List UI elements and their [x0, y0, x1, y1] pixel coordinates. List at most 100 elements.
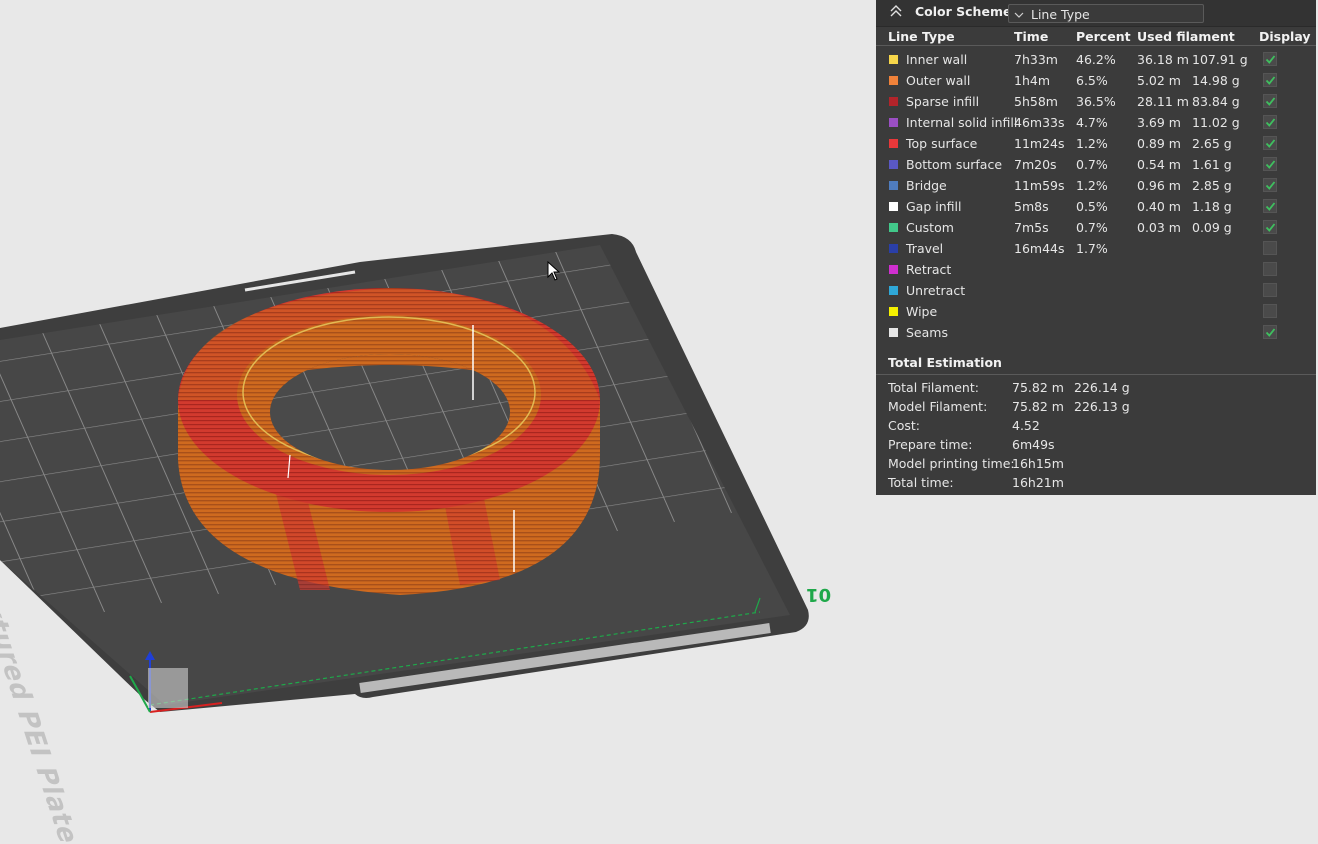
total-v2: 226.14 g — [1074, 380, 1130, 395]
color-swatch — [889, 118, 898, 127]
line-type-percent: 0.5% — [1076, 199, 1108, 214]
line-type-name: Top surface — [906, 136, 978, 151]
line-type-percent: 1.2% — [1076, 136, 1108, 151]
display-checkbox[interactable] — [1263, 136, 1277, 150]
display-checkbox[interactable] — [1263, 199, 1277, 213]
total-v1: 16h21m — [1012, 475, 1064, 490]
total-label: Prepare time: — [888, 437, 973, 452]
total-label: Model Filament: — [888, 399, 988, 414]
header-percent: Percent — [1076, 29, 1131, 44]
line-type-time: 11m59s — [1014, 178, 1065, 193]
display-checkbox[interactable] — [1263, 52, 1277, 66]
collapse-chevron-up-icon[interactable] — [888, 4, 904, 20]
display-checkbox[interactable] — [1263, 220, 1277, 234]
line-type-weight: 14.98 g — [1192, 73, 1240, 88]
total-row: Total time: 16h21m — [876, 473, 1316, 492]
line-type-percent: 0.7% — [1076, 157, 1108, 172]
line-type-percent: 1.7% — [1076, 241, 1108, 256]
checkmark-icon — [1265, 328, 1276, 337]
legend-panel: Color Scheme Line Type Line Type Time Pe… — [876, 0, 1316, 495]
display-checkbox[interactable] — [1263, 115, 1277, 129]
line-type-row: Wipe — [876, 301, 1316, 322]
line-type-name: Travel — [906, 241, 944, 256]
line-type-percent: 0.7% — [1076, 220, 1108, 235]
header-divider — [876, 45, 1316, 46]
line-type-percent: 1.2% — [1076, 178, 1108, 193]
line-type-row: Bridge 11m59s 1.2% 0.96 m 2.85 g — [876, 175, 1316, 196]
panel-header: Color Scheme Line Type — [876, 0, 1316, 27]
checkmark-icon — [1265, 76, 1276, 85]
line-type-weight: 0.09 g — [1192, 220, 1232, 235]
display-checkbox[interactable] — [1263, 94, 1277, 108]
display-checkbox[interactable] — [1263, 157, 1277, 171]
line-type-name: Internal solid infill — [906, 115, 1018, 130]
line-type-name: Wipe — [906, 304, 938, 319]
color-swatch — [889, 307, 898, 316]
total-label: Model printing time: — [888, 456, 1015, 471]
color-swatch — [889, 328, 898, 337]
plate-number: 01 — [806, 584, 832, 605]
line-type-length: 5.02 m — [1137, 73, 1181, 88]
line-type-name: Sparse infill — [906, 94, 980, 109]
color-scheme-label: Color Scheme — [915, 4, 1012, 19]
display-checkbox[interactable] — [1263, 73, 1277, 87]
color-scheme-value: Line Type — [1031, 7, 1090, 22]
chevron-down-icon — [1014, 5, 1024, 31]
header-display: Display — [1259, 29, 1311, 44]
total-label: Cost: — [888, 418, 921, 433]
line-type-row: Sparse infill 5h58m 36.5% 28.11 m 83.84 g — [876, 91, 1316, 112]
display-checkbox[interactable] — [1263, 262, 1277, 276]
line-type-name: Unretract — [906, 283, 966, 298]
checkmark-icon — [1265, 202, 1276, 211]
line-type-row: Bottom surface 7m20s 0.7% 0.54 m 1.61 g — [876, 154, 1316, 175]
line-type-length: 0.96 m — [1137, 178, 1181, 193]
header-time: Time — [1014, 29, 1049, 44]
total-v1: 4.52 — [1012, 418, 1040, 433]
color-swatch — [889, 202, 898, 211]
line-type-time: 5m8s — [1014, 199, 1049, 214]
line-type-weight: 2.85 g — [1192, 178, 1232, 193]
checkmark-icon — [1265, 181, 1276, 190]
color-swatch — [889, 55, 898, 64]
line-type-percent: 46.2% — [1076, 52, 1116, 67]
color-scheme-dropdown[interactable]: Line Type — [1008, 4, 1204, 23]
line-type-weight: 1.61 g — [1192, 157, 1232, 172]
line-type-length: 3.69 m — [1137, 115, 1181, 130]
mouse-cursor-icon — [547, 261, 561, 281]
color-swatch — [889, 160, 898, 169]
color-swatch — [889, 97, 898, 106]
line-type-name: Outer wall — [906, 73, 971, 88]
line-type-row: Top surface 11m24s 1.2% 0.89 m 2.65 g — [876, 133, 1316, 154]
line-type-length: 28.11 m — [1137, 94, 1189, 109]
header-used-filament: Used filament — [1137, 29, 1235, 44]
checkmark-icon — [1265, 118, 1276, 127]
line-type-name: Bridge — [906, 178, 947, 193]
line-type-length: 0.40 m — [1137, 199, 1181, 214]
line-type-time: 7m5s — [1014, 220, 1049, 235]
color-swatch — [889, 76, 898, 85]
total-row: Prepare time: 6m49s — [876, 435, 1316, 454]
line-type-time: 5h58m — [1014, 94, 1058, 109]
checkmark-icon — [1265, 97, 1276, 106]
total-label: Total Filament: — [888, 380, 979, 395]
line-type-percent: 36.5% — [1076, 94, 1116, 109]
display-checkbox[interactable] — [1263, 283, 1277, 297]
line-type-row: Unretract — [876, 280, 1316, 301]
total-label: Total time: — [888, 475, 954, 490]
line-type-row: Custom 7m5s 0.7% 0.03 m 0.09 g — [876, 217, 1316, 238]
total-v1: 16h15m — [1012, 456, 1064, 471]
display-checkbox[interactable] — [1263, 304, 1277, 318]
line-type-row: Travel 16m44s 1.7% — [876, 238, 1316, 259]
color-swatch — [889, 223, 898, 232]
totals-divider — [876, 374, 1316, 375]
total-row: Model Filament: 75.82 m 226.13 g — [876, 397, 1316, 416]
color-swatch — [889, 244, 898, 253]
display-checkbox[interactable] — [1263, 325, 1277, 339]
total-v1: 6m49s — [1012, 437, 1055, 452]
display-checkbox[interactable] — [1263, 241, 1277, 255]
header-line-type: Line Type — [888, 29, 955, 44]
total-estimation-title: Total Estimation — [888, 355, 1002, 370]
line-type-percent: 4.7% — [1076, 115, 1108, 130]
display-checkbox[interactable] — [1263, 178, 1277, 192]
line-type-weight: 2.65 g — [1192, 136, 1232, 151]
